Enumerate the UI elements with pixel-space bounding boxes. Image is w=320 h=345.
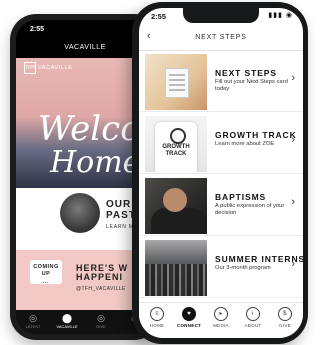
give-icon: ◎ [97, 313, 105, 323]
notch [183, 8, 259, 23]
list-item-subtitle: A public expression of your decision [215, 203, 285, 217]
pastor-avatar [60, 193, 100, 233]
latest-icon: ◎ [29, 313, 37, 323]
list-item-title: GROWTH TRACK [215, 130, 297, 140]
growth-track-shirt-text: GROWTH TRACK [162, 144, 190, 157]
list-item-title: NEXT STEPS [215, 68, 277, 78]
tab-give-label: GIVE [96, 324, 106, 329]
list-item-next-steps[interactable]: NEXT STEPS Fill out your Next Steps card… [139, 52, 303, 112]
list-item-subtitle: Fill out your Next Steps card today [215, 79, 288, 93]
coming-up-line3: ... [42, 278, 50, 285]
list-item-subtitle: Our 3-month program [215, 265, 271, 271]
chevron-right-icon: › [291, 134, 295, 146]
chevron-right-icon: › [291, 72, 295, 84]
home-icon: ≡ [150, 307, 164, 321]
tab-home[interactable]: ≡ HOME [142, 307, 172, 328]
front-phone-screen: 2:55 ▮▮▮ ◉ ‹ NEXT STEPS NEXT STEPS Fill … [139, 8, 303, 338]
dollar-icon: $ [278, 307, 292, 321]
bottom-tab-bar: ≡ HOME ♥ CONNECT ▸ MEDIA i ABOUT $ GIVE [139, 302, 303, 338]
tab-latest[interactable]: ◎ LATEST [20, 312, 46, 329]
coming-up-badge: COMING UP ... [30, 260, 62, 285]
coming-up-line1: COMING [33, 264, 59, 270]
growth-track-thumbnail: GROWTH TRACK [145, 116, 207, 172]
tab-media[interactable]: ▸ MEDIA [206, 307, 236, 328]
row-divider [139, 111, 303, 112]
chevron-right-icon: › [291, 258, 295, 270]
heart-icon: ♥ [182, 307, 196, 321]
tab-give-label: GIVE [279, 323, 291, 328]
status-icons: ▮▮▮ ◉ [268, 12, 293, 19]
row-divider [139, 297, 303, 298]
events-heading-line2: HAPPENI [76, 272, 124, 283]
list-item-baptisms[interactable]: BAPTISMS A public expression of your dec… [139, 176, 303, 236]
summer-interns-thumbnail [145, 240, 207, 296]
info-icon: i [246, 307, 260, 321]
coming-up-line2: UP [41, 271, 51, 278]
play-icon: ▸ [214, 307, 228, 321]
tab-about-label: ABOUT [244, 323, 262, 328]
hero-home-text: Home [50, 145, 141, 180]
list-item-subtitle: Learn more about ZOE [215, 141, 275, 147]
tab-vacaville[interactable]: ⬤ VACAVILLE [54, 312, 80, 329]
list-item-title: SUMMER INTERNS [215, 254, 303, 264]
list-item-growth-track[interactable]: GROWTH TRACK GROWTH TRACK Learn more abo… [139, 114, 303, 174]
page-title: NEXT STEPS [195, 34, 247, 41]
list-item-title: BAPTISMS [215, 192, 267, 202]
baptisms-thumbnail [145, 178, 207, 234]
tab-give[interactable]: $ GIVE [270, 307, 300, 328]
next-steps-thumbnail [145, 54, 207, 110]
church-logo: TFH [24, 62, 36, 74]
status-time: 2:55 [30, 26, 45, 33]
tab-vacaville-label: VACAVILLE [56, 324, 78, 329]
row-divider [139, 173, 303, 174]
tab-give[interactable]: ◎ GIVE [88, 312, 114, 329]
social-handle: @TFH_VACAVILLE [76, 286, 126, 292]
header-divider [139, 50, 303, 51]
location-pin-icon: ⬤ [61, 313, 73, 323]
tab-about[interactable]: i ABOUT [238, 307, 268, 328]
tab-latest-label: LATEST [25, 324, 41, 329]
tab-connect-label: CONNECT [176, 323, 202, 328]
status-time: 2:55 [151, 12, 167, 21]
tab-home-label: HOME [149, 323, 165, 328]
events-heading: HERE'S W HAPPENI [76, 263, 128, 283]
hero-welcome-text: Welco [38, 109, 141, 149]
church-logo-text: VACAVILLE [38, 65, 73, 71]
tab-media-label: MEDIA [213, 323, 229, 328]
chevron-right-icon: › [291, 196, 295, 208]
row-divider [139, 235, 303, 236]
tab-connect[interactable]: ♥ CONNECT [174, 307, 204, 328]
learn-more-link[interactable]: LEARN M [106, 224, 134, 230]
list-item-summer-interns[interactable]: SUMMER INTERNS Our 3-month program › [139, 238, 303, 298]
